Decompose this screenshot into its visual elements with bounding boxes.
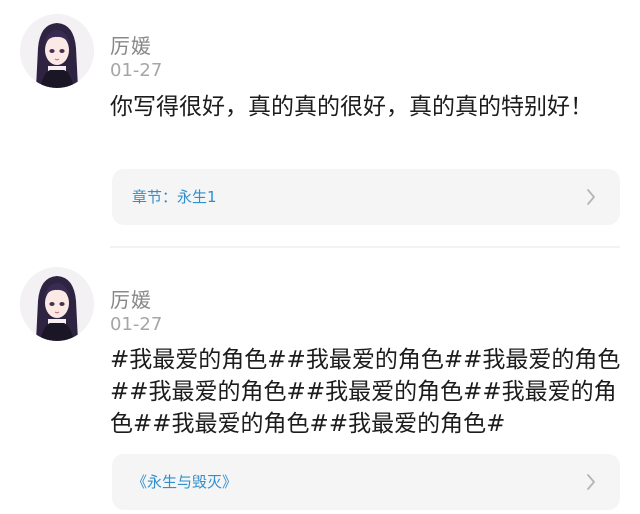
comment-date: 01-27 <box>110 60 163 81</box>
comment-item: 厉媛 01-27 #我最爱的角色##我最爱的角色##我最爱的角色##我最爱的角色… <box>0 250 640 514</box>
comment-item: 厉媛 01-27 你写得很好，真的真的很好，真的真的特别好！ 章节：永生1 <box>0 0 640 246</box>
avatar-illustration <box>20 14 94 88</box>
user-avatar[interactable] <box>20 14 94 88</box>
comment-divider <box>110 246 620 248</box>
comment-text: 你写得很好，真的真的很好，真的真的特别好！ <box>110 94 593 120</box>
avatar-illustration <box>20 267 94 341</box>
chapter-link-card[interactable]: 章节：永生1 <box>112 169 620 225</box>
chapter-label: 章节：永生1 <box>132 188 217 206</box>
comment-date: 01-27 <box>110 314 163 335</box>
chevron-right-icon <box>587 474 595 490</box>
username[interactable]: 厉媛 <box>110 30 152 59</box>
book-title-label: 《永生与毁灭》 <box>132 473 238 491</box>
user-avatar[interactable] <box>20 267 94 341</box>
comment-text: #我最爱的角色##我最爱的角色##我最爱的角色##我最爱的角色##我最爱的角色#… <box>110 347 621 437</box>
username[interactable]: 厉媛 <box>110 284 152 313</box>
book-link-card[interactable]: 《永生与毁灭》 <box>112 454 620 510</box>
chevron-right-icon <box>587 189 595 205</box>
